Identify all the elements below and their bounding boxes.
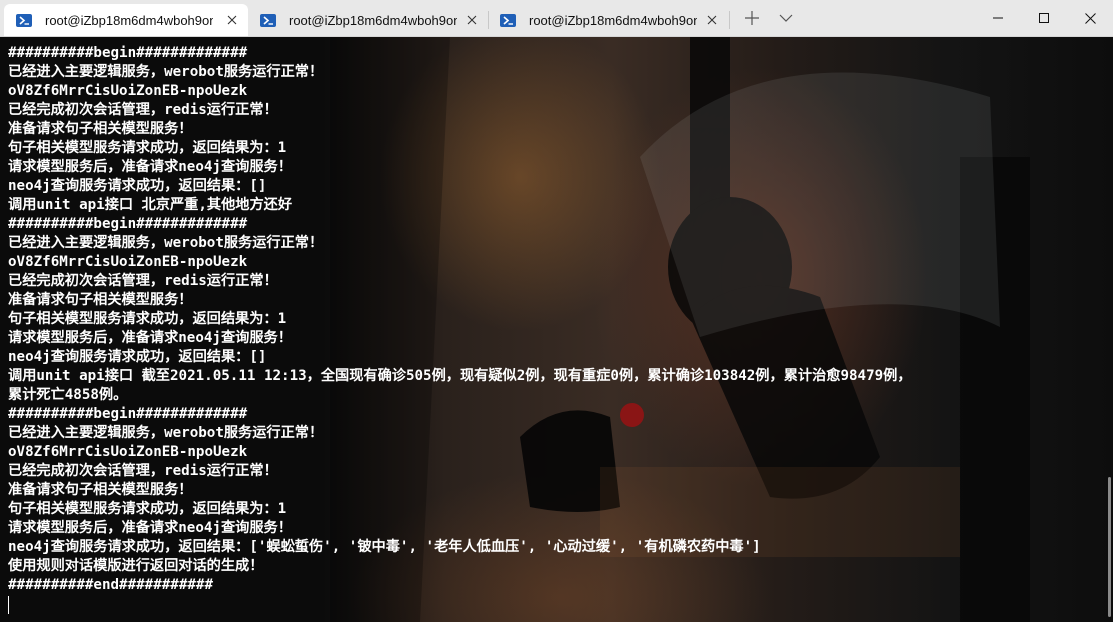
close-icon[interactable] [704, 12, 720, 28]
maximize-button[interactable] [1021, 0, 1067, 36]
terminal-line: 句子相关模型服务请求成功，返回结果为：1 [8, 501, 287, 517]
powershell-icon [500, 13, 516, 27]
chevron-down-icon [779, 14, 793, 22]
close-icon [1084, 12, 1096, 24]
minimize-button[interactable] [975, 0, 1021, 36]
terminal-line: oV8Zf6MrrCisUoiZonEB-npoUezk [8, 83, 248, 99]
maximize-icon [1039, 13, 1049, 23]
tab-1[interactable]: root@iZbp18m6dm4wboh9ontt [4, 4, 248, 36]
terminal-line: ##########begin############# [8, 216, 248, 232]
text-cursor [8, 596, 9, 614]
tab-title: root@iZbp18m6dm4wboh9ontt [289, 12, 457, 28]
terminal-line: 调用unit api接口 截至2021.05.11 12:13，全国现有确诊50… [8, 368, 912, 384]
close-button[interactable] [1067, 0, 1113, 36]
tab-title: root@iZbp18m6dm4wboh9ontt [529, 12, 697, 28]
terminal-line: ##########begin############# [8, 406, 248, 422]
terminal-line: 请求模型服务后，准备请求neo4j查询服务！ [8, 520, 292, 536]
terminal-line: neo4j查询服务请求成功，返回结果：[] [8, 349, 267, 365]
close-icon[interactable] [464, 12, 480, 28]
tab-dropdown-button[interactable] [772, 4, 800, 32]
terminal-line: 请求模型服务后，准备请求neo4j查询服务！ [8, 159, 292, 175]
terminal-pane[interactable]: ##########begin############# 已经进入主要逻辑服务，w… [0, 37, 1113, 622]
terminal-line: 调用unit api接口 北京严重,其他地方还好 [8, 197, 293, 213]
terminal-line: oV8Zf6MrrCisUoiZonEB-npoUezk [8, 444, 248, 460]
terminal-window: root@iZbp18m6dm4wboh9ontt root@iZbp18m6d… [0, 0, 1113, 622]
terminal-line: oV8Zf6MrrCisUoiZonEB-npoUezk [8, 254, 248, 270]
terminal-line: 已经进入主要逻辑服务，werobot服务运行正常！ [8, 235, 324, 251]
tab-title: root@iZbp18m6dm4wboh9ontt [45, 12, 213, 28]
terminal-line: 累计死亡4858例。 [8, 387, 128, 403]
scrollbar[interactable] [1108, 477, 1111, 617]
terminal-line: 准备请求句子相关模型服务！ [8, 121, 193, 137]
terminal-line: 句子相关模型服务请求成功，返回结果为：1 [8, 140, 287, 156]
terminal-line: 已经完成初次会话管理，redis运行正常！ [8, 102, 278, 118]
terminal-line: 已经完成初次会话管理，redis运行正常！ [8, 273, 278, 289]
terminal-line: 已经完成初次会话管理，redis运行正常！ [8, 463, 278, 479]
terminal-line: 准备请求句子相关模型服务！ [8, 292, 193, 308]
tab-2[interactable]: root@iZbp18m6dm4wboh9ontt [248, 4, 488, 36]
close-icon[interactable] [224, 12, 240, 28]
terminal-line: ##########begin############# [8, 45, 248, 61]
terminal-output: ##########begin############# 已经进入主要逻辑服务，w… [8, 44, 1098, 614]
powershell-icon [16, 13, 32, 27]
prompt-line[interactable] [8, 595, 1098, 614]
plus-icon [745, 11, 759, 25]
terminal-line: 已经进入主要逻辑服务，werobot服务运行正常！ [8, 425, 324, 441]
terminal-line: 使用规则对话模版进行返回对话的生成！ [8, 558, 264, 574]
powershell-icon [260, 13, 276, 27]
minimize-icon [993, 17, 1003, 19]
terminal-line: 请求模型服务后，准备请求neo4j查询服务！ [8, 330, 292, 346]
terminal-line: 句子相关模型服务请求成功，返回结果为：1 [8, 311, 287, 327]
terminal-line: ##########end########### [8, 577, 213, 593]
terminal-line: 已经进入主要逻辑服务，werobot服务运行正常！ [8, 64, 324, 80]
terminal-line: neo4j查询服务请求成功，返回结果：[] [8, 178, 267, 194]
title-bar[interactable]: root@iZbp18m6dm4wboh9ontt root@iZbp18m6d… [0, 0, 1113, 37]
new-tab-button[interactable] [738, 4, 766, 32]
tab-separator [729, 11, 730, 29]
tab-3[interactable]: root@iZbp18m6dm4wboh9ontt [488, 4, 728, 36]
terminal-line: 准备请求句子相关模型服务！ [8, 482, 193, 498]
terminal-line: neo4j查询服务请求成功，返回结果：['蜈蚣蜇伤', '铍中毒', '老年人低… [8, 539, 761, 555]
